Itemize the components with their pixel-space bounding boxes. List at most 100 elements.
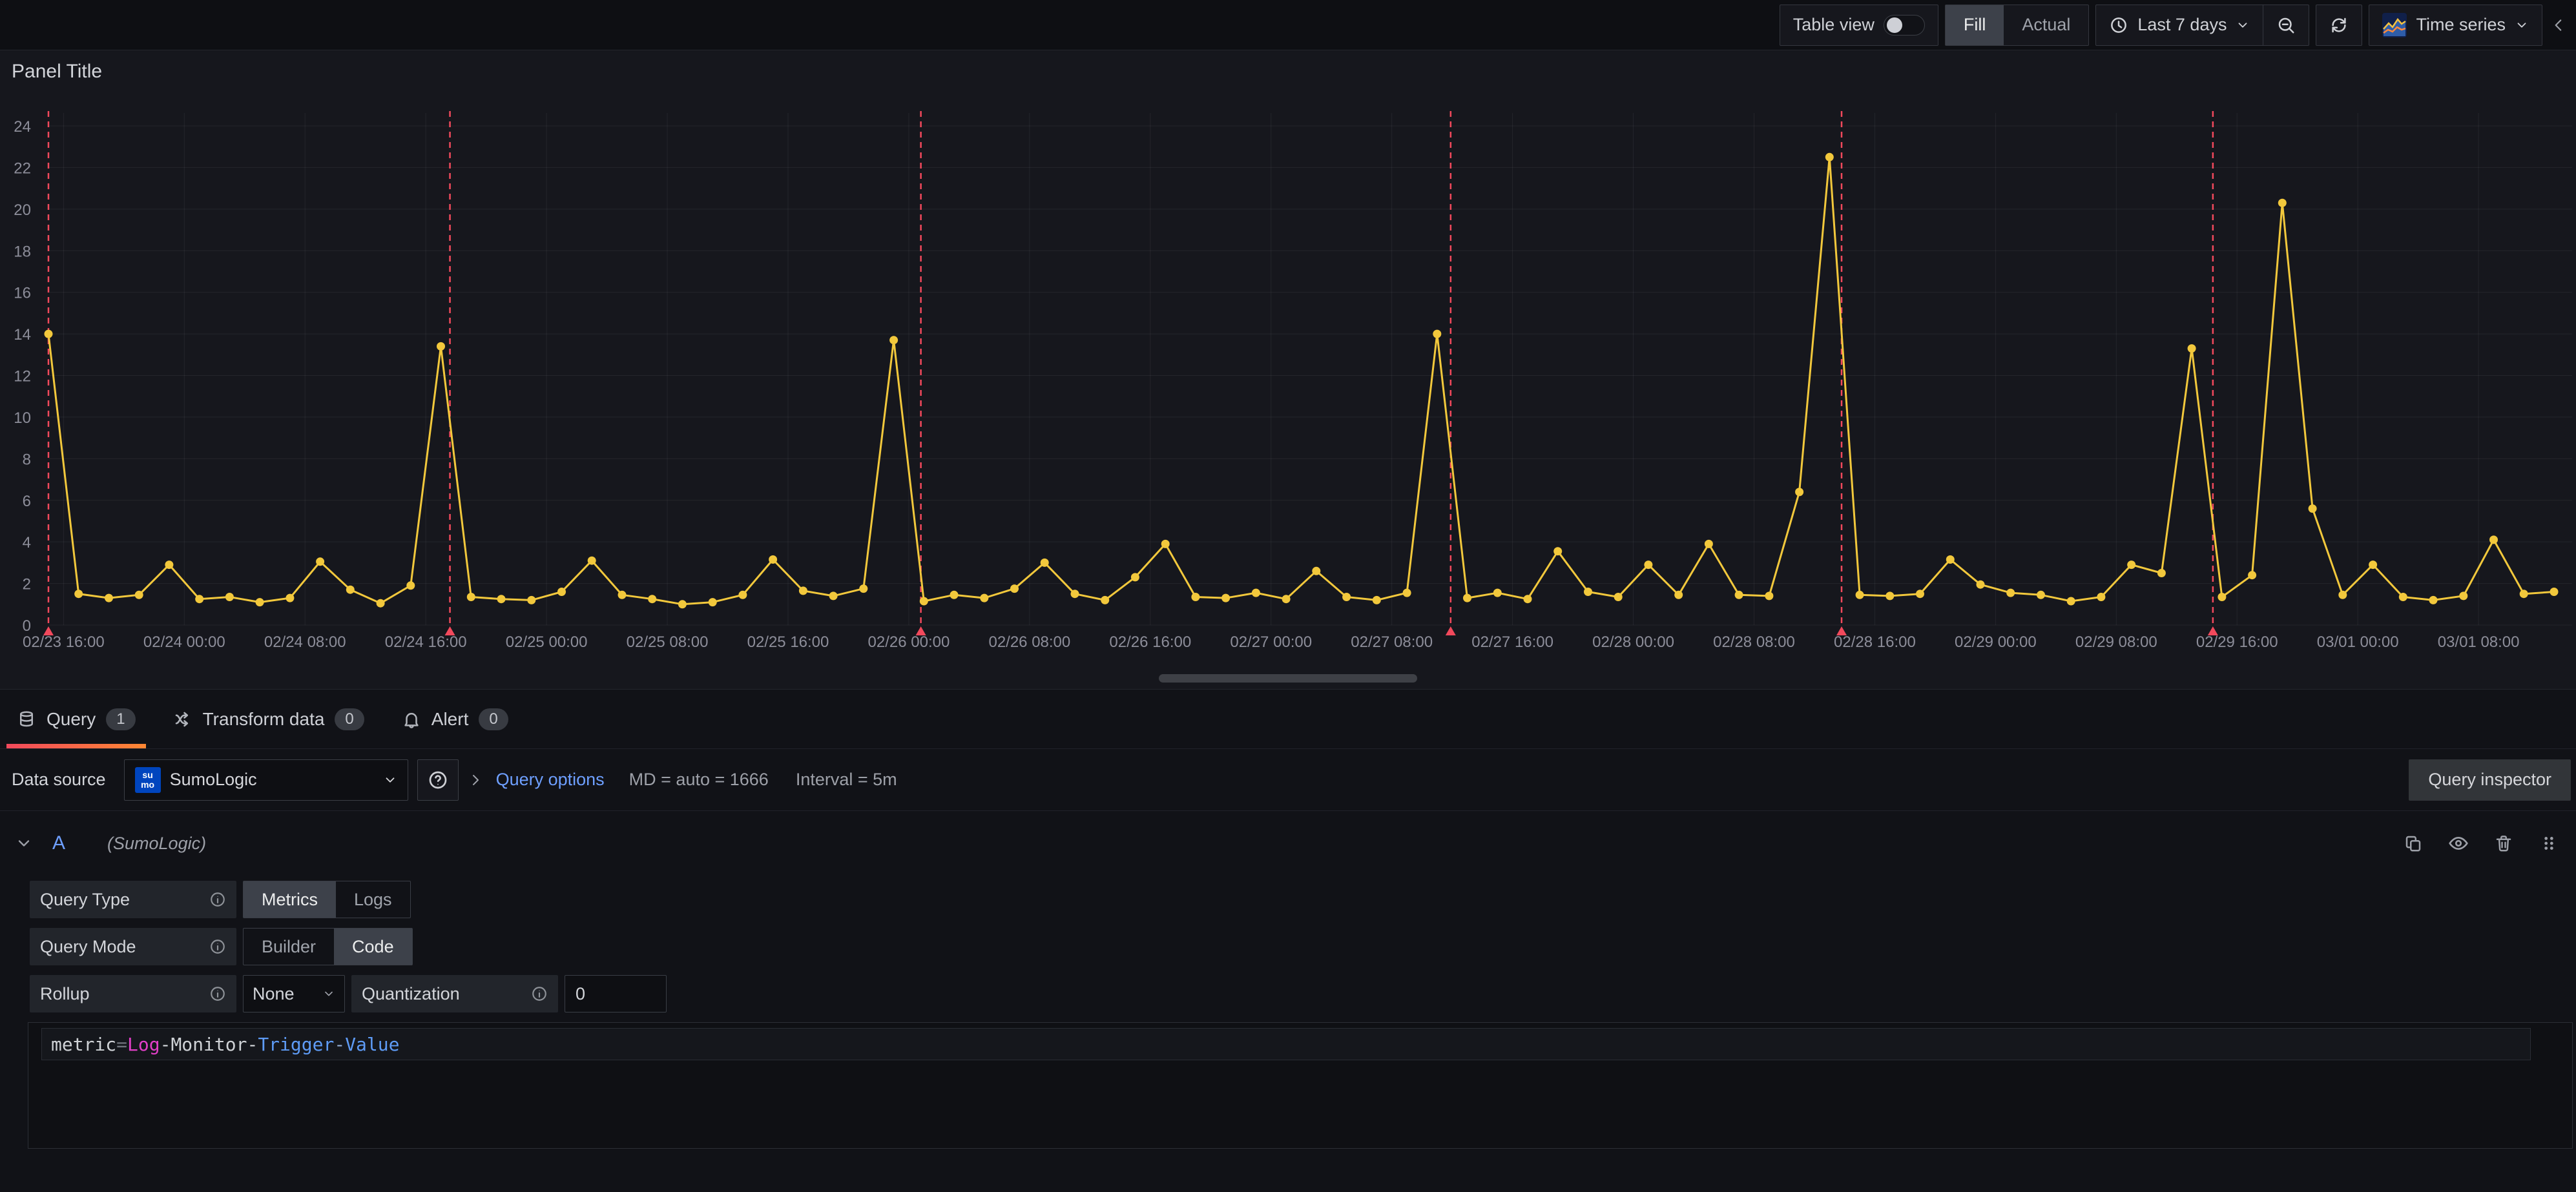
fill-actual-group: Fill Actual (1945, 5, 2090, 46)
rollup-label-box: Rollup (30, 975, 236, 1012)
tab-alert-count-badge: 0 (479, 708, 508, 730)
editor-tabs: Query 1 Transform data 0 Alert 0 (0, 690, 2576, 749)
table-view-switch[interactable] (1884, 15, 1925, 36)
chevron-left-icon (2550, 14, 2567, 36)
rollup-label: Rollup (40, 984, 90, 1004)
svg-text:18: 18 (14, 243, 31, 260)
svg-text:02/24 08:00: 02/24 08:00 (264, 633, 346, 651)
svg-text:02/28 00:00: 02/28 00:00 (1592, 633, 1674, 651)
zoom-out-button[interactable] (2263, 5, 2309, 45)
time-range-label: Last 7 days (2137, 15, 2227, 35)
query-options-link[interactable]: Query options (496, 770, 605, 790)
svg-text:12: 12 (14, 368, 31, 385)
query-type-label-box: Query Type (30, 881, 236, 918)
svg-text:02/27 16:00: 02/27 16:00 (1471, 633, 1553, 651)
quantization-input[interactable] (565, 975, 667, 1012)
svg-text:02/25 16:00: 02/25 16:00 (747, 633, 829, 651)
tab-query-count-badge: 1 (106, 708, 135, 730)
toggle-query-visibility-button[interactable] (2446, 830, 2471, 856)
svg-text:02/26 08:00: 02/26 08:00 (988, 633, 1070, 651)
query-mode-label-box: Query Mode (30, 928, 236, 965)
svg-text:20: 20 (14, 201, 31, 219)
query-ref-id[interactable]: A (52, 832, 65, 854)
options-pane-open-button[interactable] (2549, 14, 2571, 36)
info-circle-icon (209, 938, 226, 955)
tab-query[interactable]: Query 1 (6, 690, 146, 748)
svg-text:10: 10 (14, 409, 31, 427)
logo-text-bottom: mo (141, 780, 154, 790)
svg-text:02/25 08:00: 02/25 08:00 (627, 633, 709, 651)
rollup-value: None (253, 984, 295, 1004)
panel-title: Panel Title (12, 61, 102, 83)
bell-icon (402, 710, 421, 729)
svg-text:0: 0 (23, 617, 31, 635)
chevron-down-icon (322, 987, 335, 1000)
interval-text: Interval = 5m (796, 770, 897, 790)
chevron-down-icon (2236, 18, 2250, 32)
chevron-right-icon[interactable] (468, 772, 483, 788)
datasource-row: Data source su mo SumoLogic Query option… (0, 749, 2576, 811)
datasource-help-button[interactable] (417, 759, 459, 801)
viz-picker-group: Time series (2369, 5, 2542, 46)
rollup-select[interactable]: None (243, 975, 345, 1012)
quantization-label-box: Quantization (351, 975, 558, 1012)
delete-query-button[interactable] (2491, 830, 2517, 856)
svg-text:02/28 16:00: 02/28 16:00 (1834, 633, 1916, 651)
query-datasource-hint: (SumoLogic) (107, 834, 206, 854)
metric-query-code-line[interactable]: metric=Log-Monitor-Trigger-Value (41, 1028, 2531, 1060)
query-inspector-label: Query inspector (2428, 770, 2551, 790)
table-view-control: Table view (1780, 5, 1938, 46)
database-icon (17, 710, 36, 729)
svg-text:02/26 16:00: 02/26 16:00 (1109, 633, 1191, 651)
tab-transform-data[interactable]: Transform data 0 (163, 690, 375, 748)
svg-text:03/01 00:00: 03/01 00:00 (2317, 633, 2399, 651)
svg-text:02/29 08:00: 02/29 08:00 (2075, 633, 2157, 651)
query-inspector-button[interactable]: Query inspector (2409, 759, 2571, 801)
max-data-points-text: MD = auto = 1666 (629, 770, 769, 790)
logs-option[interactable]: Logs (336, 881, 410, 918)
svg-text:02/25 00:00: 02/25 00:00 (506, 633, 588, 651)
refresh-button[interactable] (2316, 5, 2362, 45)
query-row-header: A (SumoLogic) (0, 823, 2576, 864)
builder-option[interactable]: Builder (244, 929, 334, 965)
tab-alert[interactable]: Alert 0 (391, 690, 519, 748)
svg-text:8: 8 (23, 451, 31, 468)
code-option[interactable]: Code (334, 929, 412, 965)
sumologic-logo: su mo (135, 767, 161, 793)
fill-button[interactable]: Fill (1946, 5, 2004, 45)
timeseries-viz-icon (2382, 13, 2407, 37)
datasource-select[interactable]: su mo SumoLogic (124, 759, 408, 801)
tab-transform-count-badge: 0 (335, 708, 364, 730)
duplicate-query-button[interactable] (2400, 830, 2426, 856)
time-range-button[interactable]: Last 7 days (2096, 5, 2263, 45)
panel-resize-handle[interactable] (1159, 674, 1417, 683)
logs-label: Logs (354, 890, 392, 910)
datasource-label: Data source (12, 770, 106, 790)
query-form: Query Type Metrics Logs Query Mode (0, 881, 2576, 1149)
query-editor-section: A (SumoLogic) (0, 811, 2576, 1149)
question-circle-icon (428, 770, 448, 790)
viz-picker-button[interactable]: Time series (2369, 5, 2542, 45)
tab-query-label: Query (47, 709, 96, 730)
svg-text:4: 4 (23, 534, 31, 551)
actual-label: Actual (2022, 15, 2070, 35)
metric-query-code-editor[interactable]: metric=Log-Monitor-Trigger-Value (28, 1022, 2573, 1149)
query-actions (2400, 830, 2568, 856)
clock-icon (2109, 15, 2128, 35)
timeseries-chart[interactable]: 02468101214161820222402/23 16:0002/24 00… (0, 97, 2576, 659)
svg-text:2: 2 (23, 576, 31, 593)
svg-text:02/27 00:00: 02/27 00:00 (1230, 633, 1312, 651)
metrics-option[interactable]: Metrics (244, 881, 336, 918)
editor-toolbar: Table view Fill Actual Last 7 days (0, 0, 2576, 50)
svg-text:22: 22 (14, 159, 31, 177)
rollup-row: Rollup None Quantization (30, 975, 2576, 1012)
collapse-query-chevron-icon[interactable] (15, 834, 33, 852)
svg-text:02/29 00:00: 02/29 00:00 (1955, 633, 2037, 651)
refresh-group (2316, 5, 2362, 46)
chevron-down-icon (383, 773, 397, 787)
switch-knob (1887, 17, 1902, 33)
table-view-toggle[interactable]: Table view (1780, 5, 1938, 45)
tab-transform-label: Transform data (203, 709, 325, 730)
drag-query-handle[interactable] (2536, 830, 2562, 856)
actual-button[interactable]: Actual (2004, 5, 2088, 45)
